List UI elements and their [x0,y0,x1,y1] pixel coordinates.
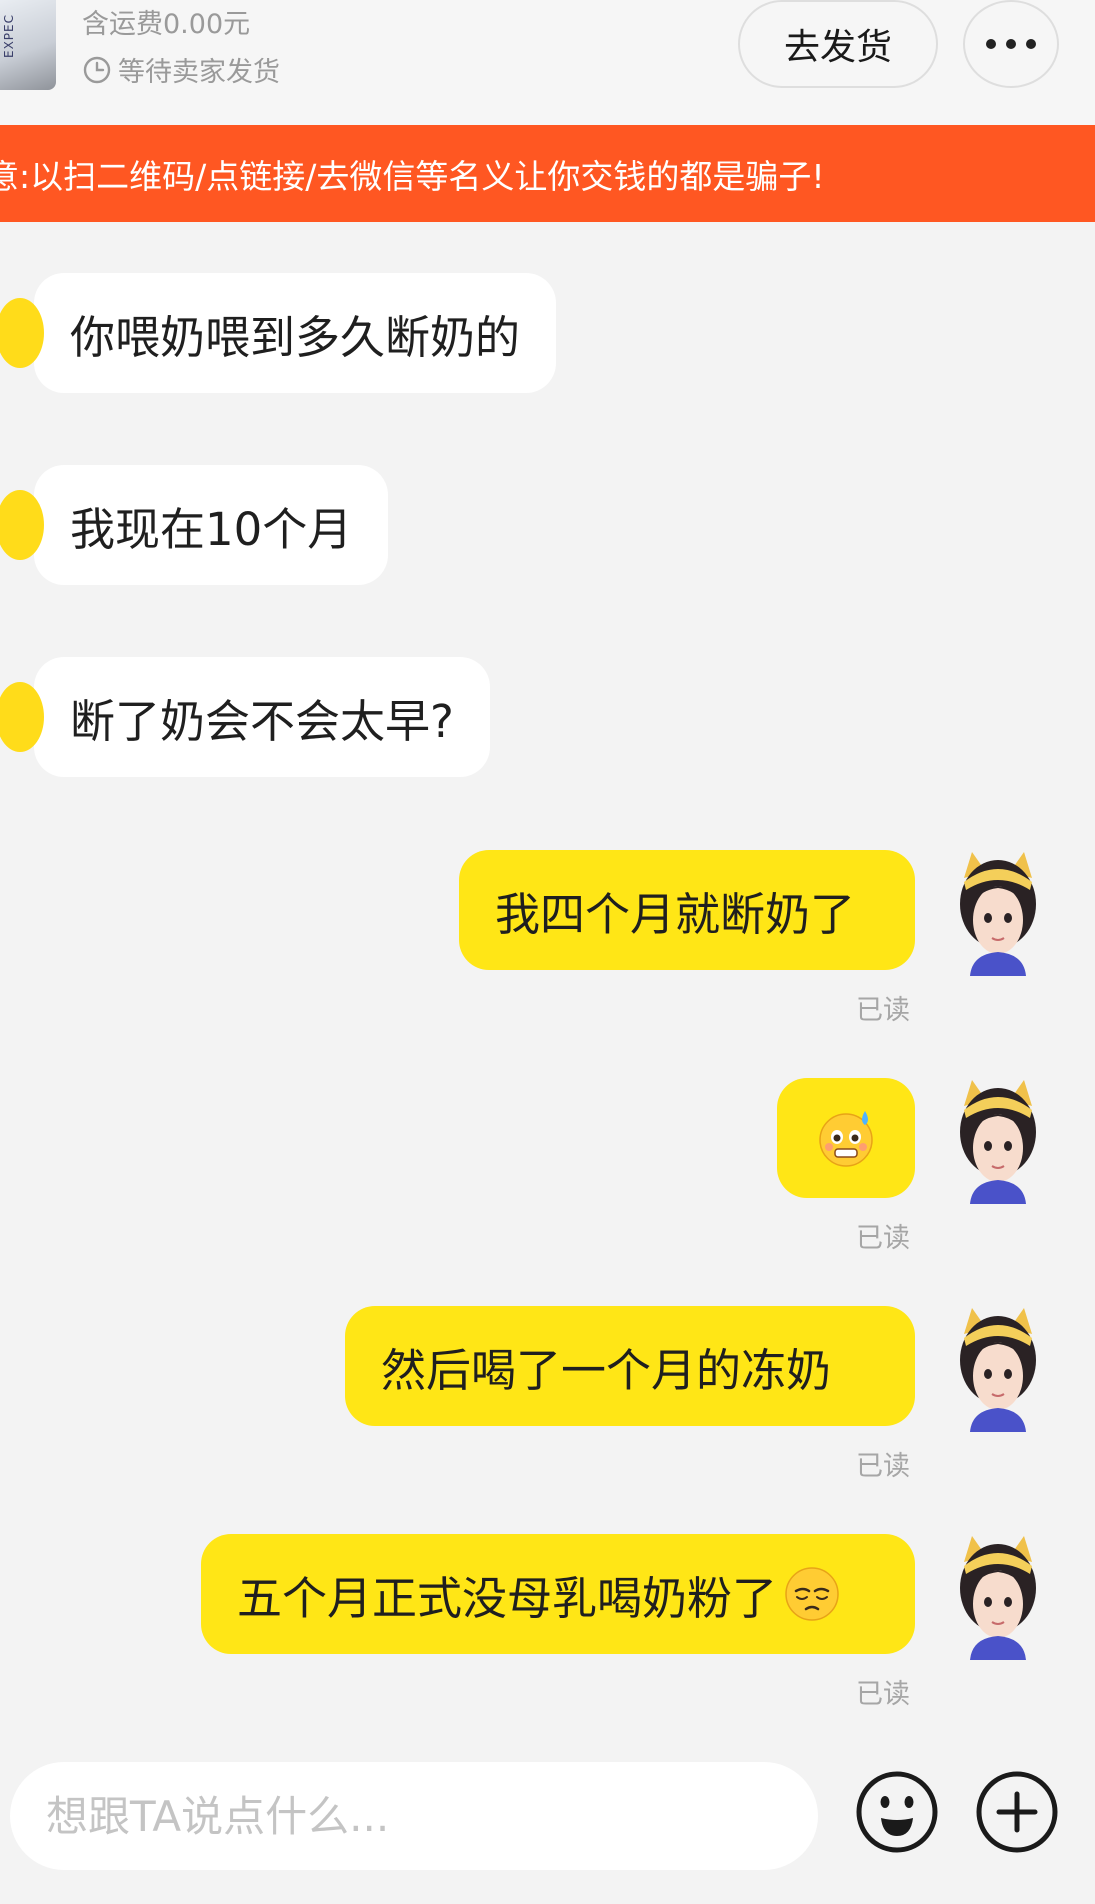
incoming-message[interactable]: 你喂奶喂到多久断奶的 [0,273,557,393]
message-text: 我现在10个月 [70,502,353,556]
pensive-face-emoji [785,1567,839,1621]
user-avatar[interactable] [950,1076,1046,1204]
more-button[interactable] [963,0,1059,88]
message-text: 我四个月就断奶了 [495,887,856,941]
read-receipt: 已读 [856,1451,910,1482]
scam-warning-banner: 意:以扫二维码/点链接/去微信等名义让你交钱的都是骗子! [0,125,1095,222]
user-avatar[interactable] [950,1532,1046,1660]
shipping-fee: 含运费0.00元 [82,9,251,40]
order-status-text: 等待卖家发货 [118,57,280,88]
message-text: 断了奶会不会太早? [70,694,454,748]
more-dots-icon [986,39,1036,49]
user-avatar[interactable] [950,848,1046,976]
order-status: 等待卖家发货 [82,50,280,89]
incoming-message[interactable]: 我现在10个月 [0,465,389,585]
ship-button[interactable]: 去发货 [738,0,938,88]
anxious-sweat-emoji [819,1111,873,1167]
outgoing-message[interactable]: 我四个月就断奶了 [459,850,915,970]
plus-icon[interactable] [975,1770,1059,1854]
contact-avatar[interactable] [0,682,44,752]
message-text: 五个月正式没母乳喝奶粉了 [237,1571,778,1625]
input-bar [0,1740,1095,1904]
message-text: 然后喝了一个月的冻奶 [381,1343,832,1397]
contact-avatar[interactable] [0,490,44,560]
message-input[interactable] [10,1762,818,1870]
contact-avatar[interactable] [0,298,44,368]
scam-warning-text: 意:以扫二维码/点链接/去微信等名义让你交钱的都是骗子! [0,156,825,196]
product-thumbnail-label: EXPEC [2,14,16,58]
read-receipt: 已读 [856,1679,910,1710]
clock-icon [83,56,111,83]
outgoing-message[interactable] [777,1078,915,1198]
outgoing-message[interactable]: 然后喝了一个月的冻奶 [345,1306,915,1426]
message-text: 你喂奶喂到多久断奶的 [70,310,521,364]
user-avatar[interactable] [950,1304,1046,1432]
order-bar: EXPEC 含运费0.00元 等待卖家发货 去发货 [0,0,1095,125]
smiley-icon[interactable] [855,1770,939,1854]
product-thumbnail[interactable]: EXPEC [0,0,56,90]
read-receipt: 已读 [856,1223,910,1254]
incoming-message[interactable]: 断了奶会不会太早? [0,657,490,777]
read-receipt: 已读 [856,995,910,1026]
outgoing-message[interactable]: 五个月正式没母乳喝奶粉了 [201,1534,915,1654]
